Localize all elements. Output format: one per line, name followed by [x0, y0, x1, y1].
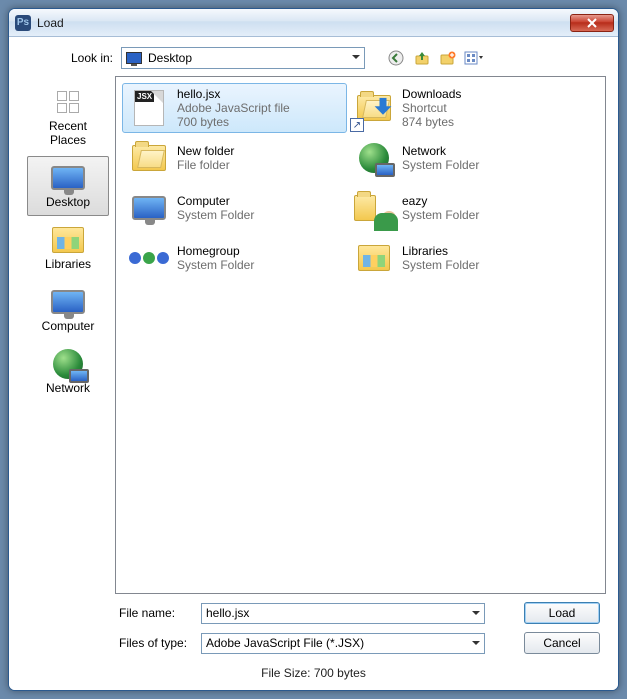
view-menu-icon — [464, 50, 484, 66]
libraries-icon — [354, 238, 394, 278]
bottom-panel: File name: hello.jsx Load Files of type:… — [21, 594, 606, 662]
item-type: System Folder — [177, 208, 254, 222]
libraries-icon — [30, 223, 106, 257]
network-icon — [354, 138, 394, 178]
filetype-value: Adobe JavaScript File (*.JSX) — [206, 636, 364, 650]
desktop-icon — [126, 52, 142, 64]
back-icon — [388, 50, 404, 66]
new-folder-button[interactable] — [437, 47, 459, 69]
item-name: eazy — [402, 194, 479, 208]
folder-icon — [129, 138, 169, 178]
place-label: Computer — [30, 319, 106, 333]
homegroup-icon — [129, 238, 169, 278]
file-item[interactable]: Libraries System Folder — [347, 233, 572, 283]
computer-icon — [30, 285, 106, 319]
item-name: Computer — [177, 194, 254, 208]
place-libraries[interactable]: Libraries — [27, 218, 109, 278]
place-network[interactable]: Network — [27, 342, 109, 402]
filetype-dropdown[interactable]: Adobe JavaScript File (*.JSX) — [201, 633, 485, 654]
shortcut-overlay-icon: ↗ — [350, 118, 364, 132]
file-item[interactable]: ↗ Downloads Shortcut 874 bytes — [347, 83, 572, 133]
load-dialog: Ps Load Look in: Desktop — [8, 8, 619, 691]
item-type: Shortcut — [402, 101, 461, 115]
chevron-down-icon — [472, 611, 480, 619]
network-icon — [30, 347, 106, 381]
filetype-label: Files of type: — [119, 636, 191, 650]
filename-label: File name: — [119, 606, 191, 620]
place-label: Recent Places — [30, 119, 106, 147]
app-icon: Ps — [15, 15, 31, 31]
place-desktop[interactable]: Desktop — [27, 156, 109, 216]
file-item[interactable]: Homegroup System Folder — [122, 233, 347, 283]
look-in-value: Desktop — [148, 51, 192, 65]
item-size: 700 bytes — [177, 115, 290, 129]
look-in-dropdown[interactable]: Desktop — [121, 47, 365, 69]
nav-toolbar — [385, 47, 485, 69]
item-name: hello.jsx — [177, 87, 290, 101]
place-label: Desktop — [30, 195, 106, 209]
look-in-row: Look in: Desktop — [21, 47, 606, 69]
place-recent[interactable]: Recent Places — [27, 80, 109, 154]
close-button[interactable] — [570, 14, 614, 32]
item-name: Libraries — [402, 244, 479, 258]
up-one-level-icon — [414, 50, 430, 66]
item-size: 874 bytes — [402, 115, 461, 129]
desktop-icon — [30, 161, 106, 195]
view-menu-button[interactable] — [463, 47, 485, 69]
main-area: Recent Places Desktop Libraries Computer… — [21, 75, 606, 594]
place-computer[interactable]: Computer — [27, 280, 109, 340]
load-button[interactable]: Load — [524, 602, 600, 624]
item-type: System Folder — [402, 258, 479, 272]
chevron-down-icon — [472, 641, 480, 649]
jsx-file-icon: JSX — [129, 88, 169, 128]
filename-value: hello.jsx — [206, 606, 249, 620]
close-icon — [587, 18, 597, 28]
place-label: Network — [30, 381, 106, 395]
file-item[interactable]: New folder File folder — [122, 133, 347, 183]
status-bar: File Size: 700 bytes — [21, 662, 606, 682]
recent-places-icon — [30, 85, 106, 119]
item-name: Downloads — [402, 87, 461, 101]
new-folder-icon — [440, 50, 456, 66]
item-type: Adobe JavaScript file — [177, 101, 290, 115]
look-in-label: Look in: — [59, 51, 113, 65]
up-one-level-button[interactable] — [411, 47, 433, 69]
item-type: File folder — [177, 158, 234, 172]
file-item[interactable]: JSX hello.jsx Adobe JavaScript file 700 … — [122, 83, 347, 133]
filename-input[interactable]: hello.jsx — [201, 603, 485, 624]
window-title: Load — [37, 16, 564, 30]
downloads-icon: ↗ — [354, 88, 394, 128]
user-folder-icon — [354, 188, 394, 228]
chevron-down-icon — [352, 55, 360, 63]
computer-icon — [129, 188, 169, 228]
titlebar[interactable]: Ps Load — [9, 9, 618, 37]
place-label: Libraries — [30, 257, 106, 271]
cancel-button[interactable]: Cancel — [524, 632, 600, 654]
item-type: System Folder — [402, 208, 479, 222]
item-name: Network — [402, 144, 479, 158]
file-item[interactable]: eazy System Folder — [347, 183, 572, 233]
item-name: Homegroup — [177, 244, 254, 258]
file-item[interactable]: Computer System Folder — [122, 183, 347, 233]
places-bar: Recent Places Desktop Libraries Computer… — [21, 76, 115, 594]
dialog-body: Look in: Desktop — [9, 37, 618, 690]
item-type: System Folder — [177, 258, 254, 272]
file-item[interactable]: Network System Folder — [347, 133, 572, 183]
back-button[interactable] — [385, 47, 407, 69]
item-type: System Folder — [402, 158, 479, 172]
item-name: New folder — [177, 144, 234, 158]
file-list[interactable]: JSX hello.jsx Adobe JavaScript file 700 … — [115, 76, 606, 594]
